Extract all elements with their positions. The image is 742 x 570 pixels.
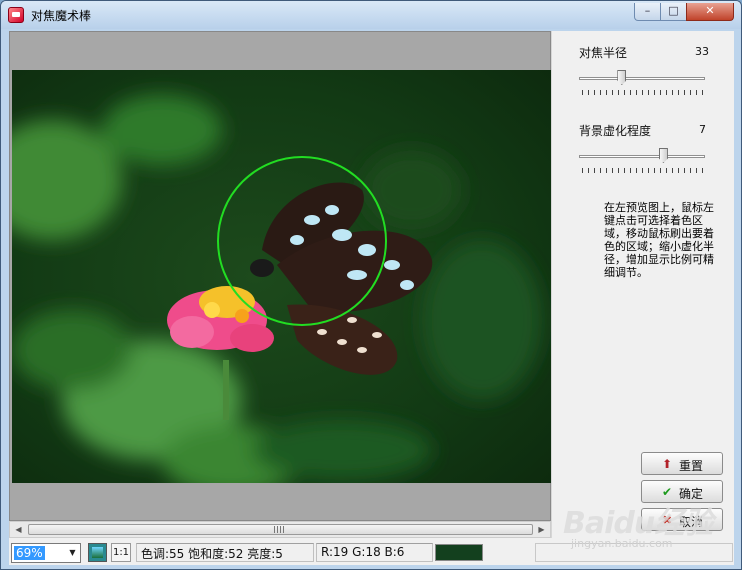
blur-degree-slider-knob[interactable] (658, 148, 668, 163)
focus-radius-slider[interactable] (579, 77, 705, 80)
horizontal-scrollbar[interactable]: ◀ ▶ (9, 521, 551, 538)
app-window: 对焦魔术棒 – □ ✕ ◀ ▶ 对焦半径 33 背景虚化程度 7 在左预览图上，… (0, 0, 742, 570)
scroll-right-icon[interactable]: ▶ (534, 523, 549, 537)
title-bar[interactable]: 对焦魔术棒 – □ ✕ (1, 1, 741, 29)
scroll-thumb[interactable] (28, 524, 533, 535)
blur-degree-ticks (582, 168, 704, 173)
watermark-url: jingyan.baidu.com (571, 537, 673, 550)
zoom-value: 69% (14, 546, 45, 560)
app-icon (8, 7, 24, 23)
blur-degree-slider[interactable] (579, 155, 705, 158)
blur-degree-label: 背景虚化程度 (579, 124, 652, 138)
window-title: 对焦魔术棒 (31, 9, 92, 23)
dialog-body: ◀ ▶ 对焦半径 33 背景虚化程度 7 在左预览图上，鼠标左键点击可选择着色区… (9, 31, 734, 565)
focus-radius-label: 对焦半径 (579, 46, 628, 60)
blur-degree-value: 7 (699, 123, 706, 136)
minimize-button[interactable]: – (634, 3, 661, 21)
close-button[interactable]: ✕ (686, 3, 734, 21)
reset-button[interactable]: ⬆ 重置 (641, 452, 723, 475)
preview-photo[interactable] (12, 70, 552, 483)
settings-panel: 对焦半径 33 背景虚化程度 7 在左预览图上，鼠标左键点击可选择着色区域，移动… (551, 31, 734, 538)
rgb-readout: R:19 G:18 B:6 (316, 543, 433, 562)
maximize-button[interactable]: □ (660, 3, 687, 21)
zoom-select[interactable]: 69% ▼ (11, 543, 81, 563)
color-swatch (435, 544, 483, 561)
focus-radius-slider-knob[interactable] (617, 70, 627, 85)
hsl-readout: 色调:55 饱和度:52 亮度:5 (136, 543, 314, 562)
checkmark-icon: ✔ (661, 485, 673, 499)
up-arrow-icon: ⬆ (661, 457, 673, 471)
scroll-left-icon[interactable]: ◀ (11, 523, 26, 537)
grip-icon (274, 526, 284, 533)
watermark-logo: Baidu经验 (563, 506, 713, 541)
fit-window-button[interactable] (88, 543, 107, 562)
preview-area[interactable] (9, 31, 552, 521)
focus-radius-value: 33 (695, 45, 709, 58)
actual-size-button[interactable]: 1:1 (111, 543, 131, 562)
help-text: 在左预览图上，鼠标左键点击可选择着色区域，移动鼠标刷出要着色的区域；缩小虚化半径… (604, 201, 714, 279)
focus-radius-ticks (582, 90, 704, 95)
chevron-down-icon[interactable]: ▼ (65, 544, 80, 562)
